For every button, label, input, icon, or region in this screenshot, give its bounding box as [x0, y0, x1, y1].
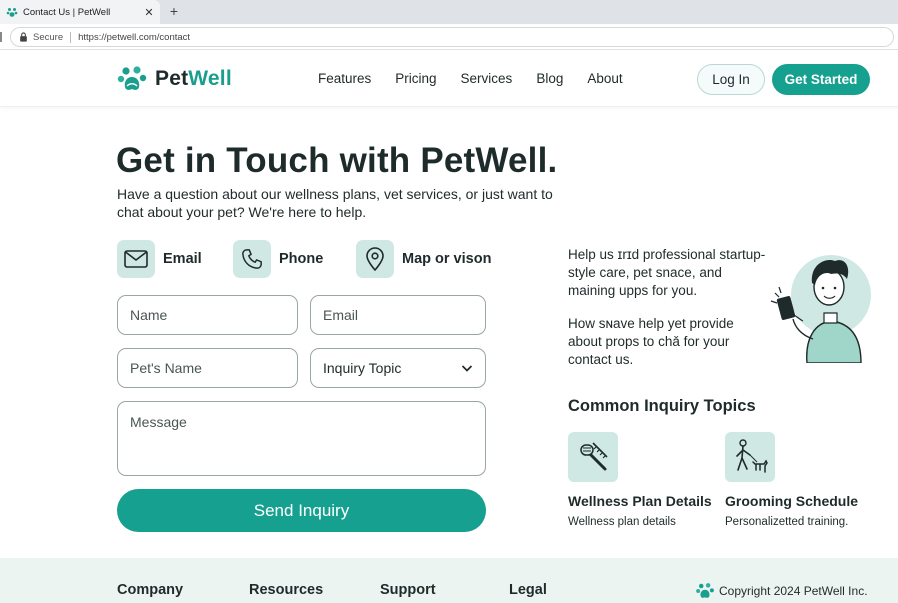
- tab-close-icon[interactable]: ✕: [142, 6, 156, 19]
- message-textarea[interactable]: Message: [117, 401, 486, 476]
- contact-method-phone[interactable]: Phone: [233, 240, 323, 278]
- pet-name-field[interactable]: Pet's Name: [117, 348, 298, 388]
- inquiry-topic-select[interactable]: Inquiry Topic: [310, 348, 486, 388]
- browser-tab[interactable]: Contact Us | PetWell ✕: [0, 0, 160, 24]
- nav-about[interactable]: About: [587, 71, 622, 86]
- map-pin-icon: [366, 247, 384, 271]
- copyright-text: Copyright 2024 PetWell Inc.: [719, 584, 868, 598]
- topic-grooming-icon-box[interactable]: [725, 432, 775, 482]
- url-separator: [70, 31, 72, 43]
- contact-method-phone-label: Phone: [279, 251, 324, 267]
- brand-name-well: Well: [188, 67, 232, 90]
- new-tab-button[interactable]: +: [166, 2, 182, 20]
- grooming-brush-icon: [580, 442, 608, 471]
- nav-services[interactable]: Services: [461, 71, 513, 86]
- contact-method-map-box: [356, 240, 394, 278]
- contact-method-email[interactable]: Email: [117, 240, 202, 278]
- nav-pricing[interactable]: Pricing: [395, 71, 436, 86]
- help-text-1: Help us ɪrɪd professional startup-style …: [568, 247, 766, 298]
- address-bar: Secure https://petwell.com/contact: [0, 24, 898, 50]
- message-placeholder: Message: [130, 414, 187, 430]
- footer-col-company[interactable]: Company: [117, 582, 183, 598]
- contact-method-email-label: Email: [163, 251, 202, 267]
- email-placeholder: Email: [323, 307, 359, 323]
- main-nav: Features Pricing Services Blog About: [318, 71, 647, 86]
- browser-tab-bar: Contact Us | PetWell ✕ +: [0, 0, 898, 24]
- topics-title: Common Inquiry Topics: [568, 397, 756, 415]
- site-header: PetWell Features Pricing Services Blog A…: [0, 51, 898, 107]
- footer-col-resources[interactable]: Resources: [249, 582, 323, 598]
- chevron-down-icon: [461, 365, 473, 372]
- name-placeholder: Name: [130, 307, 168, 323]
- topic-grooming-desc: Personalizetted training.: [725, 516, 849, 528]
- topic-wellness-desc: Wellness plan details: [568, 516, 676, 528]
- name-field[interactable]: Name: [117, 295, 298, 335]
- paw-small-icon: [696, 583, 714, 598]
- dog-walking-icon: [736, 439, 768, 473]
- lock-icon: [20, 32, 27, 42]
- pet-name-placeholder: Pet's Name: [130, 360, 202, 376]
- contact-method-map-label: Map or vison: [402, 251, 492, 267]
- site-footer: Company Resources Support Legal Copyrigh…: [0, 558, 898, 603]
- topic-wellness-icon-box[interactable]: [568, 432, 618, 482]
- topic-grooming-title[interactable]: Grooming Schedule: [725, 493, 858, 509]
- phone-icon: [242, 249, 262, 269]
- paw-logo-icon: [117, 66, 147, 90]
- brand-name: PetWell: [155, 67, 232, 91]
- url-omnibox[interactable]: Secure https://petwell.com/contact: [10, 27, 894, 47]
- footer-col-support[interactable]: Support: [380, 582, 436, 598]
- nav-blog[interactable]: Blog: [536, 71, 563, 86]
- contact-method-email-box: [117, 240, 155, 278]
- paw-favicon-icon: [6, 8, 18, 17]
- url-text[interactable]: https://petwell.com/contact: [78, 32, 190, 43]
- get-started-button[interactable]: Get Started: [772, 64, 870, 95]
- send-inquiry-button[interactable]: Send Inquiry: [117, 489, 486, 532]
- address-bar-edge: [0, 32, 2, 42]
- nav-features[interactable]: Features: [318, 71, 371, 86]
- page-title: Get in Touch with PetWell.: [116, 141, 558, 180]
- envelope-icon: [124, 250, 148, 268]
- topic-wellness-title[interactable]: Wellness Plan Details: [568, 493, 712, 509]
- page-subtitle: Have a question about our wellness plans…: [117, 186, 553, 220]
- brand-name-pet: Pet: [155, 67, 189, 90]
- contact-method-phone-box: [233, 240, 271, 278]
- tab-title: Contact Us | PetWell: [23, 6, 111, 18]
- contact-method-map[interactable]: Map or vison: [356, 240, 491, 278]
- footer-col-legal[interactable]: Legal: [509, 582, 547, 598]
- person-with-phone-illustration: [770, 255, 871, 363]
- login-button[interactable]: Log In: [697, 64, 765, 95]
- email-field[interactable]: Email: [310, 295, 486, 335]
- footer-copyright: Copyright 2024 PetWell Inc.: [695, 581, 868, 601]
- help-text-2: How sɴave help yet provide about props t…: [568, 316, 734, 367]
- secure-label: Secure: [33, 31, 64, 43]
- inquiry-topic-value: Inquiry Topic: [323, 360, 402, 376]
- brand-logo[interactable]: PetWell: [116, 63, 232, 95]
